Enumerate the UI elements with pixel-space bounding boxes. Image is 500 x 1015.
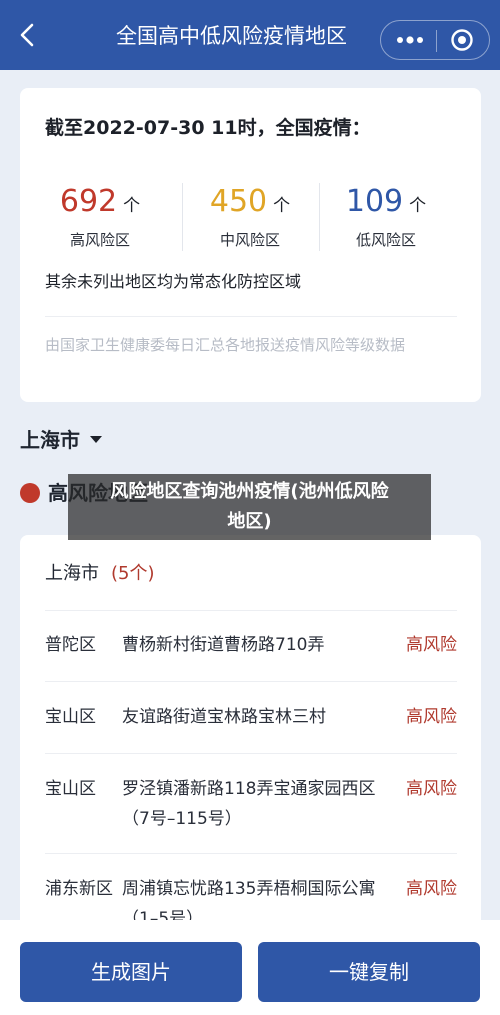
risk-level: 高风险 — [406, 779, 457, 799]
divider — [45, 610, 457, 611]
summary-headline: 截至2022-07-30 11时，全国疫情： — [45, 117, 371, 139]
risk-level: 高风险 — [406, 635, 457, 655]
data-source-note: 由国家卫生健康委每日汇总各地报送疫情风险等级数据 — [45, 336, 406, 354]
low-risk-count: 109 — [345, 184, 404, 219]
unit-label: 个 — [409, 196, 427, 216]
area-count: (5个) — [111, 563, 155, 584]
stat-high-risk: 692 个 高风险区 — [30, 183, 170, 251]
district-name: 普陀区 — [45, 635, 96, 655]
close-target-icon[interactable] — [447, 27, 477, 53]
area-address: 友谊路街道宝林路宝林三村 — [122, 707, 326, 727]
unit-label: 个 — [123, 196, 141, 216]
list-city-name: 上海市 — [45, 563, 99, 584]
medium-risk-count: 450 — [209, 184, 268, 219]
page-title: 全国高中低风险疫情地区 — [116, 24, 347, 48]
red-dot-icon — [20, 482, 40, 503]
medium-risk-label: 中风险区 — [219, 231, 280, 249]
stat-divider — [319, 183, 320, 251]
overlay-line-1: 风险地区查询池州疫情(池州低风险 — [110, 481, 389, 502]
back-icon[interactable] — [14, 21, 42, 49]
city-risk-list-card: 上海市 (5个) 普陀区 曹杨新村街道曹杨路710弄 高风险 宝山区 友谊路街道宝… — [20, 535, 481, 935]
generate-image-button[interactable]: 生成图片 — [20, 942, 242, 1002]
stat-medium-risk: 450 个 中风险区 — [180, 183, 320, 251]
high-risk-count: 692 — [59, 184, 118, 219]
divider — [45, 853, 457, 854]
capsule-divider — [436, 30, 437, 52]
national-summary-card: 截至2022-07-30 11时，全国疫情： 692 个 高风险区 450 个 中风… — [20, 88, 481, 402]
divider — [45, 681, 457, 682]
low-risk-label: 低风险区 — [355, 231, 416, 249]
risk-level: 高风险 — [406, 707, 457, 727]
city-list-title: 上海市 (5个) — [45, 559, 155, 589]
stat-low-risk: 109 个 低风险区 — [316, 183, 456, 251]
district-name: 宝山区 — [45, 707, 96, 727]
area-address: 曹杨新村街道曹杨路710弄 — [122, 635, 325, 655]
more-options-icon[interactable] — [391, 27, 429, 53]
unit-label: 个 — [273, 196, 291, 216]
copy-all-button[interactable]: 一键复制 — [258, 942, 480, 1002]
normalized-control-note: 其余未列出地区均为常态化防控区域 — [45, 272, 302, 291]
high-risk-label: 高风险区 — [69, 231, 130, 249]
divider — [45, 316, 457, 317]
top-navigation-bar: 全国高中低风险疫情地区 — [0, 0, 500, 70]
city-selector-label: 上海市 — [20, 428, 80, 452]
risk-level: 高风险 — [406, 879, 457, 899]
city-selector[interactable]: 上海市 — [20, 425, 102, 455]
district-name: 浦东新区 — [45, 879, 113, 899]
bottom-action-bar: 生成图片 一键复制 — [0, 920, 500, 1015]
divider — [45, 753, 457, 754]
dropdown-caret-icon — [90, 436, 102, 443]
article-title-overlay: 风险地区查询池州疫情(池州低风险 地区) — [68, 474, 431, 540]
stat-divider — [182, 183, 183, 251]
area-address: 罗泾镇潘新路118弄宝通家园西区（7号–115号） — [122, 779, 376, 829]
risk-stats: 692 个 高风险区 450 个 中风险区 109 个 低风险区 — [20, 183, 481, 251]
mini-program-capsule — [380, 20, 490, 60]
overlay-line-2: 地区) — [227, 511, 272, 532]
district-name: 宝山区 — [45, 779, 96, 799]
